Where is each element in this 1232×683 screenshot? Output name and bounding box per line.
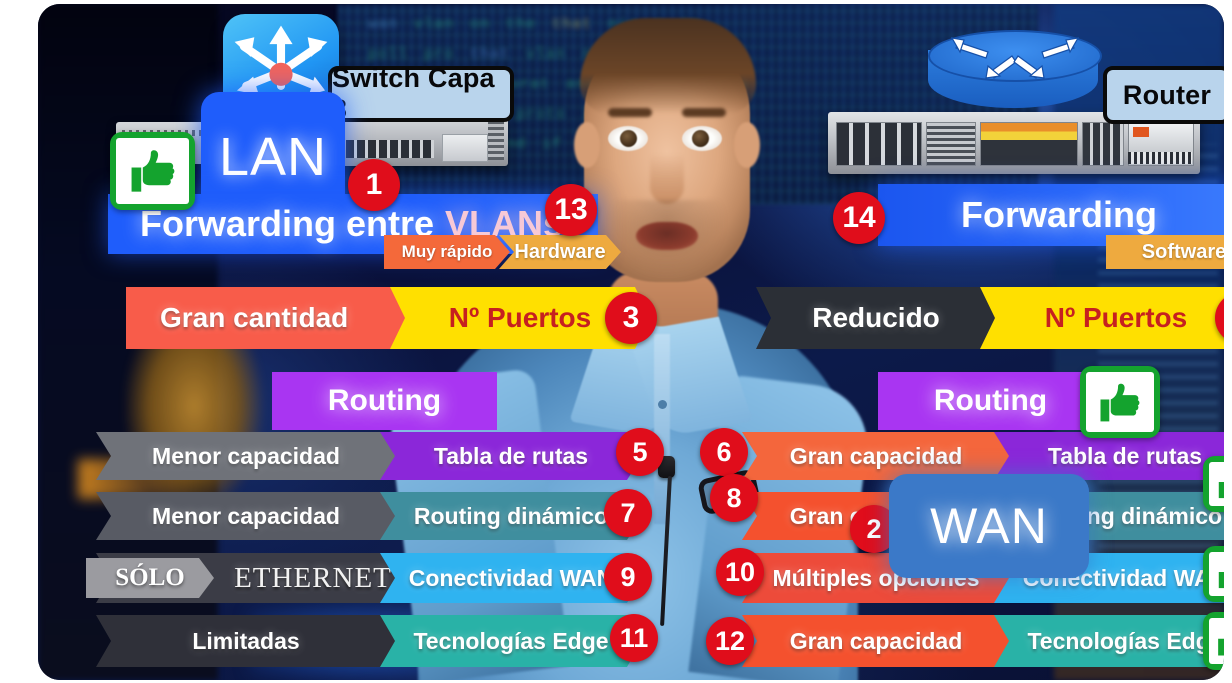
presenter-eye-left xyxy=(608,126,648,151)
router-linecard-leds xyxy=(1128,152,1192,164)
row-conectividad-solo-badge: SÓLO xyxy=(86,558,214,598)
thumbs-up-inner xyxy=(1209,618,1224,664)
callout-badge-5: 5 xyxy=(616,428,664,476)
router-vents xyxy=(926,122,976,166)
wan-badge-overlay: WAN xyxy=(889,474,1089,578)
presenter-mouth xyxy=(636,222,698,250)
row-tabla-rutas-right-feature: Tabla de rutas xyxy=(994,432,1224,480)
router-label: Router xyxy=(1103,66,1224,124)
presenter-brow-right xyxy=(682,108,726,117)
routing-header-right: Routing xyxy=(878,372,1103,430)
tag-software: Software xyxy=(1106,235,1224,269)
thumbs-up-icon xyxy=(1203,612,1224,670)
callout-badge-12: 12 xyxy=(706,617,754,665)
router-modules xyxy=(980,122,1078,166)
video-frame: wan vlan on the that nis s ip poll pro t… xyxy=(38,4,1224,680)
row-routing-dinamico-left-feature: Routing dinámico xyxy=(380,492,642,540)
router-icon-top xyxy=(928,30,1102,82)
thumbs-up-icon xyxy=(110,132,195,210)
callout-badge-9: 9 xyxy=(604,553,652,601)
presenter-ear-left xyxy=(574,122,600,168)
router-icon xyxy=(928,30,1102,126)
row-puertos-right-value: Reducido xyxy=(756,287,996,349)
callout-badge-7: 7 xyxy=(604,489,652,537)
presenter-eye-right xyxy=(682,126,722,151)
callout-badge-8: 8 xyxy=(710,474,758,522)
row-conectividad-left-value: ETHERNET xyxy=(234,561,392,594)
row-edge-right-feature: Tecnologías Edge xyxy=(994,615,1224,667)
router-sfp xyxy=(1082,122,1124,166)
presenter-hair xyxy=(580,18,756,114)
presenter-button xyxy=(658,400,667,409)
row-edge-left-feature: Tecnologías Edge xyxy=(380,615,642,667)
row-conectividad-left-feature: Conectividad WAN xyxy=(380,553,642,603)
switch-panel xyxy=(442,134,488,162)
row-edge-right-value: Gran capacidad xyxy=(742,615,1010,667)
switch-capa3-label: Switch Capa 3 xyxy=(328,63,514,124)
switch-vents xyxy=(488,120,504,160)
presenter-iris-left xyxy=(620,130,637,147)
callout-badge-11: 11 xyxy=(610,614,658,662)
callout-badge-10: 10 xyxy=(716,548,764,596)
presenter-brow-left xyxy=(608,108,652,117)
thumbs-up-inner xyxy=(1209,462,1224,506)
thumbs-up-icon xyxy=(1080,366,1160,438)
presenter-iris-right xyxy=(692,130,709,147)
row-routing-dinamico-left-value: Menor capacidad xyxy=(96,492,396,540)
thumbs-up-icon xyxy=(1203,456,1224,512)
thumbs-up-inner xyxy=(1086,372,1154,432)
callout-badge-14: 14 xyxy=(833,192,885,244)
thumbs-up-inner xyxy=(116,138,189,204)
row-puertos-right-feature: Nº Puertos xyxy=(980,287,1224,349)
callout-badge-13: 13 xyxy=(545,184,597,236)
row-tabla-rutas-left-value: Menor capacidad xyxy=(96,432,396,480)
routing-header-left: Routing xyxy=(272,372,497,430)
tag-muy-rapido: Muy rápido xyxy=(384,235,510,269)
presenter-nose xyxy=(650,154,684,204)
row-tabla-rutas-right-value: Gran capacidad xyxy=(742,432,1010,480)
tag-hardware: Hardware xyxy=(499,235,621,269)
row-puertos-left-value: Gran cantidad xyxy=(126,287,406,349)
switch-ports xyxy=(346,140,434,158)
row-tabla-rutas-left-feature: Tabla de rutas xyxy=(380,432,642,480)
callout-badge-3: 3 xyxy=(605,292,657,344)
callout-badge-1: 1 xyxy=(348,159,400,211)
router-ports xyxy=(836,122,922,166)
thumbs-up-icon xyxy=(1203,546,1224,602)
callout-badge-6: 6 xyxy=(700,428,748,476)
presenter-ear-right xyxy=(734,122,760,168)
row-edge-left-value: Limitadas xyxy=(96,615,396,667)
thumbs-up-inner xyxy=(1209,552,1224,596)
